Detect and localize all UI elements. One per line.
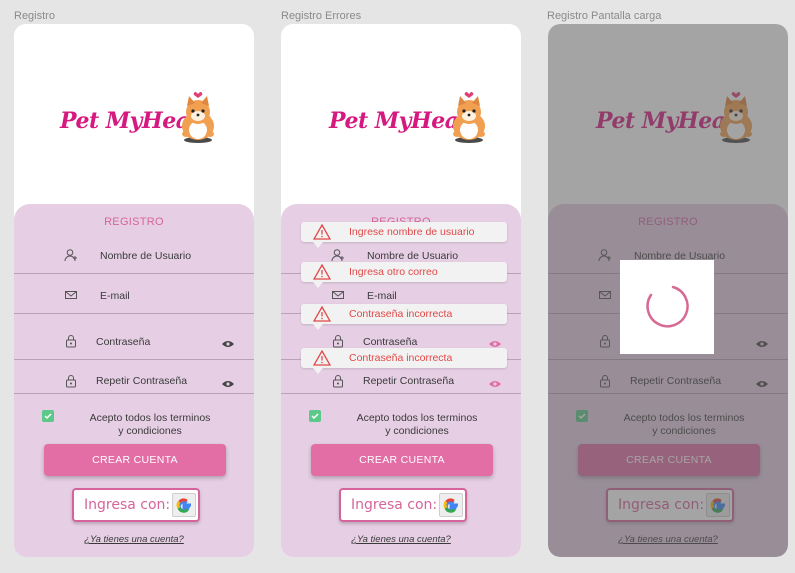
warning-icon (313, 224, 331, 240)
dog-mascot-icon (182, 92, 214, 143)
mail-icon (332, 291, 344, 299)
terms-text: Acepto todos los terminos y condiciones (70, 412, 230, 438)
terms-text: Acepto todos los terminos y condiciones (337, 412, 497, 438)
google-icon (172, 493, 196, 517)
password-placeholder: Contraseña (363, 336, 418, 348)
frame-label-registro: Registro (14, 10, 55, 22)
error-repeat-password-text: Contraseña incorrecta (349, 352, 453, 364)
username-field[interactable]: Nombre de Usuario (14, 234, 254, 274)
registro-errores-screen: Pet MyHeart REGISTRO Nombre de Usuario E… (281, 24, 521, 557)
terms-checkbox[interactable] (42, 410, 54, 422)
error-tooltip-repeat-password: Contraseña incorrecta (301, 348, 507, 374)
email-placeholder: E-mail (367, 290, 397, 302)
repeat-password-field[interactable]: Repetir Contraseña (14, 360, 254, 394)
error-email-text: Ingresa otro correo (349, 266, 438, 278)
eye-icon[interactable] (489, 380, 501, 388)
eye-icon[interactable] (222, 340, 234, 348)
check-icon (311, 413, 319, 420)
error-password-text: Contraseña incorrecta (349, 308, 453, 320)
google-icon (439, 493, 463, 517)
spinner-icon (646, 285, 689, 328)
dog-mascot-icon (453, 92, 485, 143)
lock-icon (333, 375, 343, 388)
repeat-password-placeholder: Repetir Contraseña (363, 375, 455, 387)
email-field[interactable]: E-mail (14, 274, 254, 314)
username-placeholder: Nombre de Usuario (367, 250, 459, 262)
create-account-button[interactable]: CREAR CUENTA (44, 444, 226, 476)
lock-icon (66, 335, 76, 348)
register-title: REGISTRO (104, 216, 164, 228)
error-tooltip-password: Contraseña incorrecta (301, 304, 507, 330)
user-plus-icon (331, 249, 344, 262)
google-login-button[interactable]: Ingresa con: (72, 488, 200, 522)
register-panel: REGISTRO Nombre de Usuario E-mail Contra… (14, 204, 254, 557)
mail-icon (65, 291, 77, 299)
terms-checkbox[interactable] (309, 410, 321, 422)
google-login-label: Ingresa con: (84, 497, 171, 513)
app-logo: Pet MyHeart (281, 92, 521, 160)
repeat-password-placeholder: Repetir Contraseña (96, 375, 188, 387)
error-tooltip-username: Ingrese nombre de usuario (301, 222, 507, 248)
lock-icon (66, 375, 76, 388)
frame-label-carga: Registro Pantalla carga (547, 10, 662, 22)
loading-dialog (620, 260, 714, 354)
register-panel: REGISTRO Nombre de Usuario E-mail Contra… (281, 204, 521, 557)
terms-line-1: Acepto todos los terminos (356, 412, 478, 424)
eye-icon[interactable] (222, 380, 234, 388)
registro-carga-screen: Pet MyHeart REGISTRO Nombre de Usuario (548, 24, 788, 557)
password-field[interactable]: Contraseña (14, 316, 254, 360)
eye-icon[interactable] (489, 340, 501, 348)
google-login-label: Ingresa con: (351, 497, 438, 513)
warning-icon (313, 264, 331, 280)
warning-icon (313, 350, 331, 366)
login-link[interactable]: ¿Ya tienes una cuenta? (14, 534, 254, 545)
create-account-button[interactable]: CREAR CUENTA (311, 444, 493, 476)
error-tooltip-email: Ingresa otro correo (301, 262, 507, 288)
email-placeholder: E-mail (100, 290, 130, 302)
frame-label-errores: Registro Errores (281, 10, 362, 22)
terms-line-2: y condiciones (385, 425, 449, 437)
terms-line-1: Acepto todos los terminos (89, 412, 211, 424)
password-placeholder: Contraseña (96, 336, 151, 348)
lock-icon (333, 335, 343, 348)
check-icon (44, 413, 52, 420)
app-logo: Pet MyHeart (14, 92, 254, 160)
login-link[interactable]: ¿Ya tienes una cuenta? (281, 534, 521, 545)
warning-icon (313, 306, 331, 322)
username-placeholder: Nombre de Usuario (100, 250, 192, 262)
user-plus-icon (64, 249, 77, 262)
google-login-button[interactable]: Ingresa con: (339, 488, 467, 522)
terms-line-2: y condiciones (118, 425, 182, 437)
error-username-text: Ingrese nombre de usuario (349, 226, 475, 238)
registro-screen: Pet MyHeart REGISTRO Nombre de Usuario E… (14, 24, 254, 557)
